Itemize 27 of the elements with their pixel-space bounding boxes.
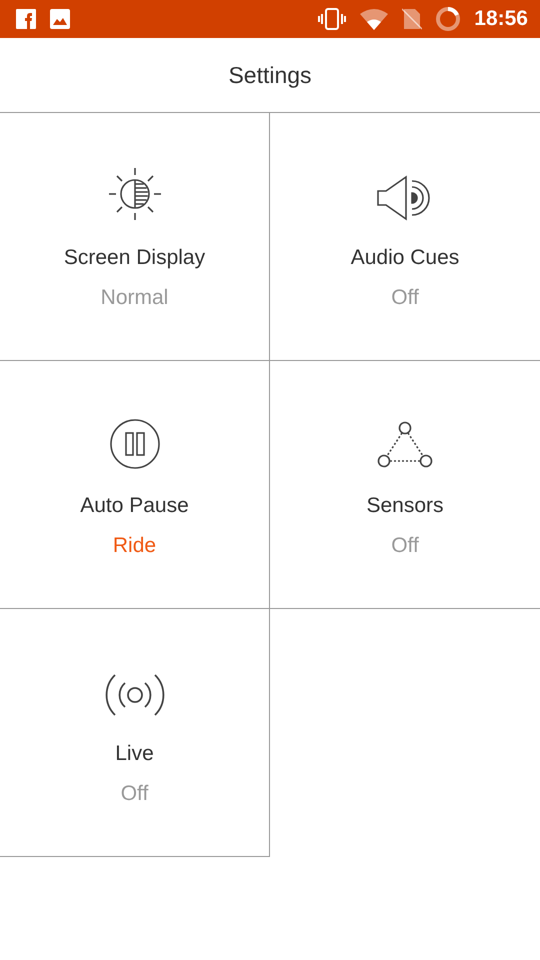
tile-label: Auto Pause xyxy=(80,494,189,518)
tile-value: Off xyxy=(391,286,419,310)
page-title: Settings xyxy=(228,62,312,88)
settings-tile[interactable]: Live Off xyxy=(0,609,270,857)
tile-value: Ride xyxy=(112,534,156,558)
wifi-icon xyxy=(360,8,388,30)
settings-tile[interactable]: Auto Pause Ride xyxy=(0,361,270,609)
settings-tile[interactable]: Audio Cues Off xyxy=(270,113,540,361)
tile-label: Sensors xyxy=(366,494,444,518)
facebook-icon xyxy=(16,9,36,29)
no-sim-icon xyxy=(402,8,422,30)
triangle-nodes-icon xyxy=(377,421,433,469)
tile-value: Off xyxy=(120,782,148,806)
tile-label: Screen Display xyxy=(64,246,206,270)
broadcast-icon xyxy=(104,673,164,717)
battery-ring-icon xyxy=(436,7,460,31)
tile-value: Normal xyxy=(100,286,168,310)
settings-tile[interactable]: Sensors Off xyxy=(270,361,540,609)
pause-icon xyxy=(110,419,160,469)
brightness-icon xyxy=(108,167,162,221)
settings-tile[interactable]: Screen Display Normal xyxy=(0,113,270,361)
tile-label: Audio Cues xyxy=(350,246,460,270)
vibrate-icon xyxy=(318,8,346,30)
image-icon xyxy=(50,9,70,29)
tile-value: Off xyxy=(391,534,419,558)
clock-time: 18:56 xyxy=(474,7,528,31)
tile-label: Live xyxy=(115,742,154,766)
